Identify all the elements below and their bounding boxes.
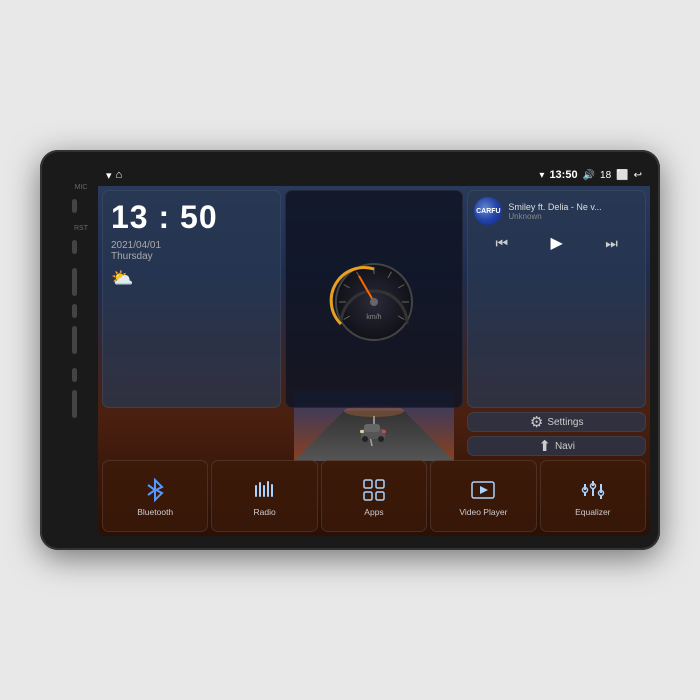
screen-container: ▾ ⌂ ▾ 13:50 🔊 18 ⬜ ↩ [98,164,650,536]
apps-icon [361,477,387,503]
back-icon[interactable]: ↩ [634,170,642,181]
music-widget: CARFU Smiley ft. Delia - Ne v... Unknown… [467,190,646,408]
status-bar: ▾ ⌂ ▾ 13:50 🔊 18 ⬜ ↩ [98,164,650,186]
bottom-apps-row: Bluetooth Radio [102,460,646,532]
rst-label: RST [72,225,90,232]
navi-button[interactable]: ⬆ Navi [467,436,646,456]
radio-label: Radio [253,507,275,517]
screen-icon: ⬜ [616,170,628,181]
music-artist: Unknown [508,212,639,221]
status-left: ▾ ⌂ [106,169,122,182]
side-btn-vol-up[interactable] [72,268,77,296]
equalizer-label: Equalizer [575,507,610,517]
speedo-svg: km/h [319,254,429,344]
radio-icon-wrap [251,476,279,504]
settings-label: Settings [547,417,583,428]
settings-navi-stack: ⚙ Settings ⬆ Navi [467,412,646,456]
navi-arrow-icon: ⬆ [538,437,551,455]
music-controls: ⏮ ▶ ⏭ [474,233,639,253]
side-buttons: MIC RST [72,164,90,536]
video-player-label: Video Player [459,507,507,517]
apps-label: Apps [364,507,383,517]
side-btn-vol-mid[interactable] [72,304,77,318]
prev-button[interactable]: ⏮ [496,235,509,252]
bluetooth-icon-wrap [141,476,169,504]
side-btn-power[interactable] [72,240,77,254]
side-btn-extra2[interactable] [72,390,77,418]
device-outer: MIC RST ▾ ⌂ ▾ 13:50 🔊 18 ⬜ ↩ [40,150,660,550]
equalizer-icon-wrap [579,476,607,504]
settings-button[interactable]: ⚙ Settings [467,412,646,432]
bluetooth-icon [142,477,168,503]
music-top: CARFU Smiley ft. Delia - Ne v... Unknown [474,197,639,225]
music-info: Smiley ft. Delia - Ne v... Unknown [508,202,639,221]
clock-date: 2021/04/01 [111,240,272,251]
video-player-icon [470,477,496,503]
weather-area: ⛅ [111,268,272,289]
video-player-app-button[interactable]: Video Player [430,460,536,532]
battery-level: 18 [600,170,611,181]
weather-cloud-icon: ⛅ [111,268,133,289]
navi-label: Navi [555,441,575,452]
clock-time: 13 : 50 [111,199,272,236]
radio-app-button[interactable]: Radio [211,460,317,532]
bluetooth-app-button[interactable]: Bluetooth [102,460,208,532]
status-right: ▾ 13:50 🔊 18 ⬜ ↩ [539,169,642,181]
svg-text:km/h: km/h [366,314,381,321]
apps-app-button[interactable]: Apps [321,460,427,532]
side-btn-vol-down[interactable] [72,326,77,354]
mic-label: MIC [72,184,90,191]
clock-widget: 13 : 50 2021/04/01 Thursday ⛅ [102,190,281,408]
home-icon[interactable]: ⌂ [116,169,123,181]
equalizer-app-button[interactable]: Equalizer [540,460,646,532]
main-grid: 13 : 50 2021/04/01 Thursday ⛅ [98,186,650,536]
wifi-signal-icon: ▾ [539,170,544,181]
wifi-icon: ▾ [106,169,112,182]
radio-icon [252,477,278,503]
equalizer-icon [580,477,606,503]
bluetooth-label: Bluetooth [137,507,173,517]
settings-gear-icon: ⚙ [530,413,543,431]
side-btn-home[interactable] [72,199,77,213]
music-logo: CARFU [474,197,502,225]
music-title: Smiley ft. Delia - Ne v... [508,202,639,212]
video-icon-wrap [469,476,497,504]
volume-icon: 🔊 [583,170,595,181]
speedometer-widget: km/h [285,190,464,408]
next-button[interactable]: ⏭ [605,235,618,252]
status-time: 13:50 [549,169,577,181]
mid-left-spacer [102,412,463,456]
play-button[interactable]: ▶ [551,233,563,253]
clock-day: Thursday [111,251,272,262]
side-btn-extra1[interactable] [72,368,77,382]
apps-icon-wrap [360,476,388,504]
